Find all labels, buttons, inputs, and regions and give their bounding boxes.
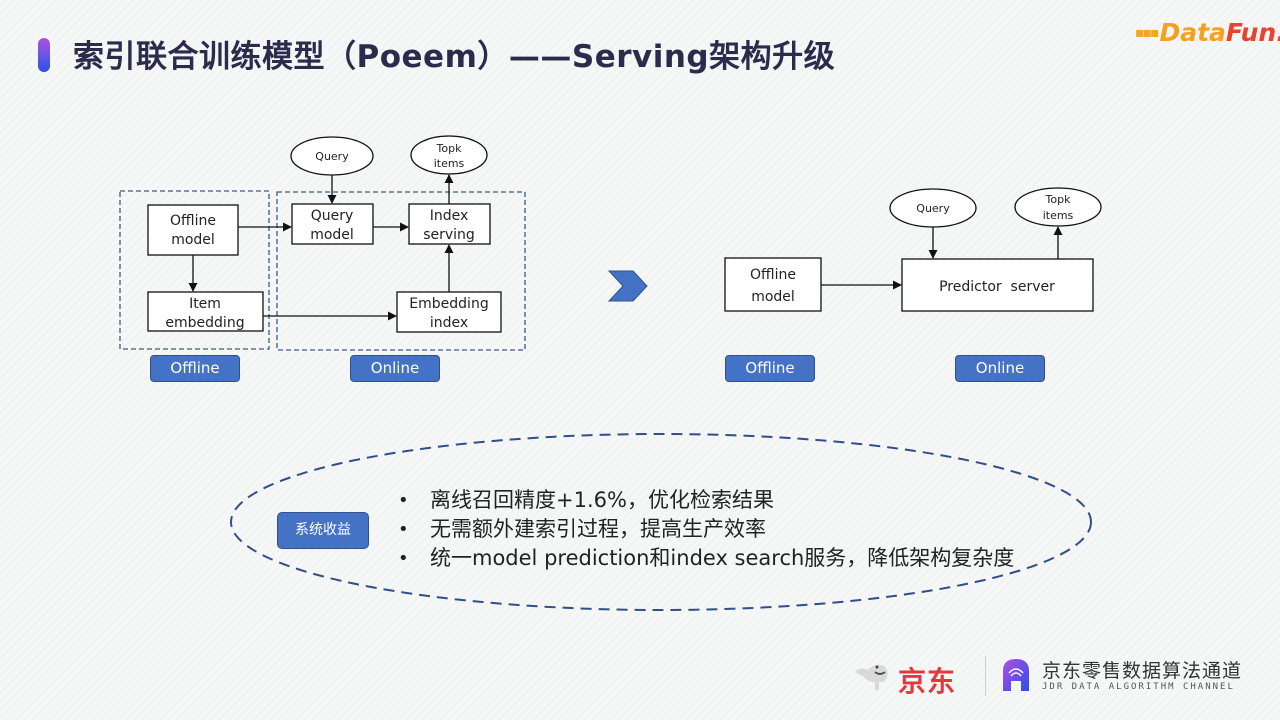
new-online-tag: Online [955,355,1045,382]
item-embedding-label-1: Item [189,296,221,312]
new-offline-model-label-2: model [751,289,795,305]
embedding-index-label-2: index [430,315,468,331]
query-model-label-2: model [310,227,354,243]
old-offline-tag: Offline [150,355,240,382]
jd-mascot-icon [855,664,888,690]
offline-model-label-1: Offline [170,213,216,229]
index-serving-label-1: Index [430,208,469,224]
query-node-label: Query [315,150,349,163]
new-query-node-label: Query [916,202,950,215]
jd-brand-text: 京东 [898,665,957,698]
chevron-right-icon [607,270,648,302]
benefit-item: 统一model prediction和index search服务，降低架构复杂… [398,544,1014,573]
new-offline-tag: Offline [725,355,815,382]
benefits-label: 系统收益 [277,512,369,549]
benefits-list: 离线召回精度+1.6%，优化检索结果 无需额外建索引过程，提高生产效率 统一mo… [398,486,1014,573]
old-architecture: Query Topk items Offline model Item embe… [119,135,526,351]
topk-node-label-2: items [434,157,465,170]
footer-divider [985,656,986,696]
query-model-label-1: Query [311,208,354,224]
new-topk-node-label-2: items [1043,209,1074,222]
benefit-item: 离线召回精度+1.6%，优化检索结果 [398,486,1014,515]
new-offline-model-label-1: Offline [750,267,796,283]
embedding-index-label-1: Embedding [409,296,488,312]
new-topk-node-label-1: Topk [1045,193,1072,206]
predictor-server-label: Predictor server [939,279,1055,295]
item-embedding-label-2: embedding [165,315,244,331]
old-online-tag: Online [350,355,440,382]
benefit-item: 无需额外建索引过程，提高生产效率 [398,515,1014,544]
channel-name-cn: 京东零售数据算法通道 [1042,660,1243,682]
channel-name-en: JDR DATA ALGORITHM CHANNEL [1042,682,1235,692]
offline-model-label-2: model [171,232,215,248]
index-serving-label-2: serving [423,227,475,243]
jdr-channel-logo-icon [1003,659,1029,691]
topk-node-label-1: Topk [436,142,463,155]
new-architecture: Query Topk items Offline model Predictor… [724,187,1102,312]
